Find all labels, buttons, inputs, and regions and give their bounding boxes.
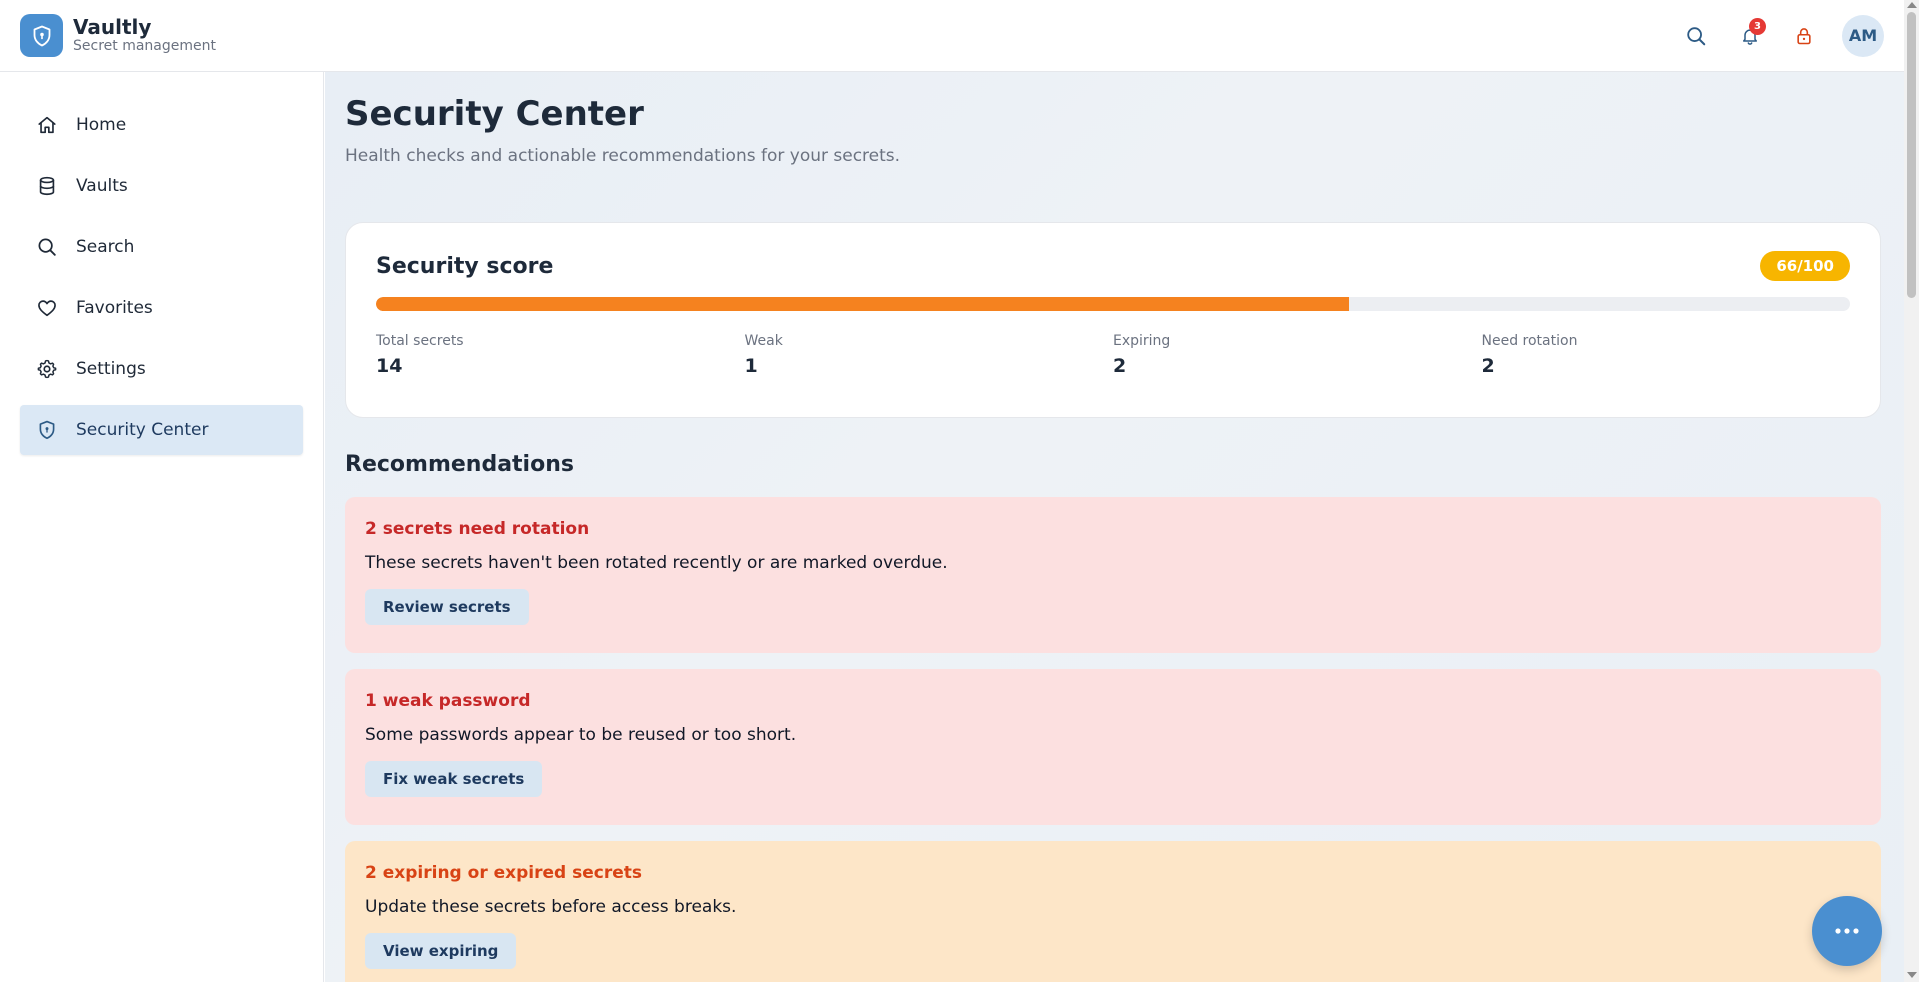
stat-total-secrets: Total secrets 14 xyxy=(376,333,745,377)
home-icon xyxy=(38,116,56,134)
sidebar-item-label: Home xyxy=(76,115,127,135)
search-icon xyxy=(1687,26,1706,45)
stat-need-rotation: Need rotation 2 xyxy=(1482,333,1851,377)
review-secrets-button[interactable]: Review secrets xyxy=(365,589,529,625)
recommendation-title: 2 secrets need rotation xyxy=(365,519,590,539)
shield-icon xyxy=(39,420,55,440)
view-expiring-button[interactable]: View expiring xyxy=(365,933,517,969)
fix-weak-secrets-button[interactable]: Fix weak secrets xyxy=(365,761,543,797)
recommendation-body: Some passwords appear to be reused or to… xyxy=(365,725,797,745)
sidebar-item-label: Security Center xyxy=(76,420,209,440)
page-scrollbar[interactable] xyxy=(1904,0,1919,982)
sidebar-item-label: Settings xyxy=(76,359,146,379)
scroll-down-arrow-icon[interactable] xyxy=(1907,972,1917,978)
security-score-title: Security score xyxy=(376,253,554,279)
sidebar-item-search[interactable]: Search xyxy=(20,222,303,272)
main-content: Security Center Health checks and action… xyxy=(325,72,1904,982)
security-score-card: Security score 66/100 Total secrets 14 W… xyxy=(345,222,1881,418)
recommendation-card-weak: 1 weak password Some passwords appear to… xyxy=(345,669,1881,825)
user-avatar[interactable]: AM xyxy=(1842,14,1884,57)
sidebar-item-favorites[interactable]: Favorites xyxy=(20,283,303,333)
recommendation-title: 1 weak password xyxy=(365,691,531,711)
stat-weak: Weak 1 xyxy=(745,333,1114,377)
sidebar-item-settings[interactable]: Settings xyxy=(20,344,303,394)
brand[interactable]: Vaultly Secret management xyxy=(20,14,216,57)
stat-expiring: Expiring 2 xyxy=(1113,333,1482,377)
score-stats: Total secrets 14 Weak 1 Expiring 2 Need … xyxy=(376,333,1850,377)
lock-button[interactable] xyxy=(1788,20,1820,52)
more-actions-button[interactable] xyxy=(1812,896,1882,966)
scroll-thumb[interactable] xyxy=(1907,12,1916,298)
sidebar: Home Vaults Search Favorites Settings Se… xyxy=(0,72,324,982)
stat-value: 14 xyxy=(376,355,403,377)
shield-logo-icon xyxy=(20,14,63,57)
stat-value: 1 xyxy=(744,355,758,377)
sidebar-item-security-center[interactable]: Security Center xyxy=(20,405,303,455)
notifications-button[interactable]: 3 xyxy=(1734,17,1766,52)
scroll-up-arrow-icon[interactable] xyxy=(1907,2,1917,8)
search-icon xyxy=(38,238,56,256)
search-button[interactable] xyxy=(1680,20,1712,52)
page-subtitle: Health checks and actionable recommendat… xyxy=(345,146,901,166)
recommendation-body: These secrets haven't been rotated recen… xyxy=(365,553,948,573)
heart-icon xyxy=(38,300,56,317)
app-subtitle: Secret management xyxy=(73,38,216,54)
security-score-progress-fill xyxy=(376,297,1349,311)
recommendations-title: Recommendations xyxy=(345,452,574,477)
more-horizontal-icon xyxy=(1835,928,1859,934)
lock-icon xyxy=(1797,27,1811,44)
recommendation-body: Update these secrets before access break… xyxy=(365,897,737,917)
sidebar-item-label: Search xyxy=(76,237,135,257)
sidebar-item-label: Vaults xyxy=(76,176,128,196)
security-score-progress xyxy=(376,297,1850,311)
stat-label: Need rotation xyxy=(1481,333,1578,349)
recommendation-card-expiring: 2 expiring or expired secrets Update the… xyxy=(345,841,1881,982)
recommendation-card-rotation: 2 secrets need rotation These secrets ha… xyxy=(345,497,1881,653)
database-icon xyxy=(39,176,55,196)
stat-label: Total secrets xyxy=(376,333,464,349)
stat-value: 2 xyxy=(1481,355,1495,377)
notification-count-badge: 3 xyxy=(1749,17,1766,35)
app-name: Vaultly xyxy=(73,15,152,39)
stat-label: Expiring xyxy=(1113,333,1171,349)
recommendation-title: 2 expiring or expired secrets xyxy=(365,863,642,883)
top-bar: Vaultly Secret management 3 AM xyxy=(0,0,1904,72)
stat-label: Weak xyxy=(744,333,783,349)
security-score-badge: 66/100 xyxy=(1760,251,1850,281)
page-title: Security Center xyxy=(345,94,644,134)
sidebar-item-home[interactable]: Home xyxy=(20,100,303,150)
sidebar-item-vaults[interactable]: Vaults xyxy=(20,161,303,211)
stat-value: 2 xyxy=(1113,355,1127,377)
gear-icon xyxy=(37,359,57,379)
sidebar-item-label: Favorites xyxy=(76,298,153,318)
